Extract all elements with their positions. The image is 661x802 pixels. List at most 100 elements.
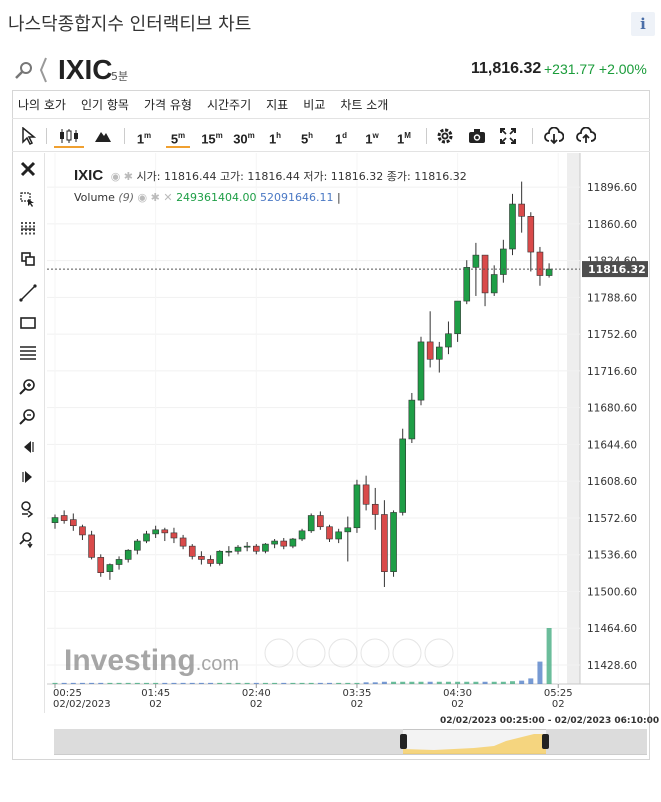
price-chart[interactable]: 11428.60 11464.60 11500.60 11536.60 11572.60… — [47, 153, 650, 760]
trendline-icon[interactable] — [18, 283, 38, 303]
volume-bar — [89, 682, 95, 684]
scroll-right-icon[interactable] — [18, 467, 38, 487]
menu-my-quotes[interactable]: 나의 호가 — [18, 96, 66, 113]
interval-1M-button[interactable]: 1M — [392, 124, 416, 148]
x-tick-date-label: 02/02/2023 — [53, 699, 111, 710]
interval-1h-button[interactable]: 1h — [264, 124, 286, 148]
menu-indicators[interactable]: 지표 — [266, 96, 288, 113]
y-tick-label: 11896.60 — [587, 182, 637, 194]
candle-body — [88, 534, 95, 558]
volume-bar — [455, 681, 461, 684]
remove-icon[interactable]: ✕ — [163, 191, 172, 204]
upload-icon[interactable] — [576, 127, 596, 145]
navigator-handle-left[interactable] — [400, 734, 407, 749]
candle-body — [490, 274, 498, 294]
interval-30m-button[interactable]: 30m — [230, 124, 258, 148]
candle-body — [335, 531, 342, 540]
cursor-cross-icon[interactable] — [18, 189, 38, 209]
settings-icon[interactable]: ✱ — [124, 170, 133, 183]
hand-icon[interactable] — [18, 499, 38, 519]
candlestick-type-button[interactable] — [54, 124, 84, 148]
volume-bar — [372, 682, 378, 684]
interval-5m-button[interactable]: 5m — [166, 124, 190, 148]
navigator[interactable] — [54, 729, 647, 755]
volume-bar — [180, 682, 186, 684]
volume-bar — [235, 682, 241, 684]
visibility-icon[interactable]: ◉ — [138, 191, 148, 204]
y-axis: 11428.60 11464.60 11500.60 11536.60 11572.60… — [587, 182, 637, 672]
toolbar-separator — [532, 128, 533, 144]
volume-bar — [281, 682, 287, 684]
reset-icon[interactable] — [18, 529, 38, 549]
symbol-row: IXIC 5분 11,816.32 +231.77 +2.00% — [14, 54, 654, 88]
page-title: 나스닥종합지수 인터랙티브 차트 — [8, 14, 252, 35]
settings-icon[interactable]: ✱ — [151, 191, 160, 204]
symbol-timeframe: 5분 — [111, 70, 129, 83]
volume-bar — [198, 682, 204, 684]
gear-icon[interactable] — [436, 127, 454, 145]
candle-body — [97, 557, 105, 573]
info-button[interactable]: i — [631, 12, 655, 36]
magnet-icon[interactable] — [18, 219, 38, 239]
mountain-type-button[interactable] — [92, 124, 114, 148]
scroll-bar-track[interactable] — [567, 153, 580, 684]
close-icon[interactable] — [18, 159, 38, 179]
volume-label: Volume — [74, 191, 115, 204]
cursor-icon[interactable] — [20, 127, 36, 145]
candle-body — [454, 300, 461, 335]
candle-body — [463, 267, 471, 302]
camera-icon[interactable] — [468, 128, 486, 144]
copy-icon[interactable] — [18, 249, 38, 269]
x-tick-date-label: 02 — [250, 699, 263, 710]
price-change: +231.77 +2.00% — [544, 61, 647, 77]
fullscreen-icon[interactable] — [500, 128, 516, 144]
volume-bar — [61, 682, 67, 684]
menu-compare[interactable]: 비교 — [303, 96, 325, 113]
interval-1d-button[interactable]: 1d — [330, 124, 352, 148]
download-icon[interactable] — [544, 127, 564, 145]
drawing-toolbar — [12, 153, 45, 713]
y-tick-label: 11536.60 — [587, 550, 637, 562]
x-tick-label: 00:25 — [53, 688, 82, 699]
volume-bar — [107, 682, 113, 684]
drag-handle-icon[interactable] — [38, 56, 48, 84]
volume-bar — [482, 681, 488, 684]
y-tick-label: 11860.60 — [587, 219, 637, 231]
menu-timeframe[interactable]: 시간주기 — [207, 96, 251, 113]
volume-bar — [189, 682, 195, 684]
menu-chart-info[interactable]: 차트 소개 — [340, 96, 388, 113]
rectangle-icon[interactable] — [18, 313, 38, 333]
candle-body — [399, 438, 407, 513]
y-tick-label: 11464.60 — [587, 623, 637, 635]
zoom-in-icon[interactable] — [18, 377, 38, 397]
x-tick-date-label: 02 — [351, 699, 364, 710]
volume-bar — [125, 682, 131, 684]
x-axis: 00:2502/02/202301:450202:400203:350204:3… — [53, 684, 573, 710]
visibility-icon[interactable]: ◉ — [111, 170, 121, 183]
candle-body — [500, 248, 507, 275]
navigator-handle-right[interactable] — [542, 734, 549, 749]
fib-icon[interactable] — [18, 343, 38, 363]
legend-main: IXIC ◉ ✱ 시가: 11816.44 고가: 11816.44 저가: 1… — [74, 167, 467, 184]
candle-body — [216, 550, 223, 564]
volume-bar — [144, 682, 149, 684]
candle-body — [124, 549, 132, 560]
search-icon[interactable] — [14, 60, 34, 80]
candle-body — [536, 251, 544, 276]
candle-body — [51, 517, 59, 523]
candle-body — [381, 514, 388, 572]
interval-1m-button[interactable]: 1m — [132, 124, 156, 148]
menu-popular[interactable]: 인기 항목 — [81, 96, 129, 113]
volume-bar — [134, 682, 140, 684]
interval-5h-button[interactable]: 5h — [296, 124, 318, 148]
symbol-name: IXIC — [58, 54, 113, 85]
scroll-left-icon[interactable] — [18, 437, 38, 457]
candle-body — [60, 515, 68, 521]
x-tick-date-label: 02 — [451, 699, 464, 710]
menu-price-type[interactable]: 가격 유형 — [144, 96, 192, 113]
interval-1w-button[interactable]: 1w — [360, 124, 384, 148]
legend-volume: Volume (9) ◉ ✱ ✕ 249361404.00 52091646.1… — [74, 191, 341, 204]
volume-bar — [354, 682, 360, 684]
interval-15m-button[interactable]: 15m — [198, 124, 226, 148]
zoom-out-icon[interactable] — [18, 407, 38, 427]
